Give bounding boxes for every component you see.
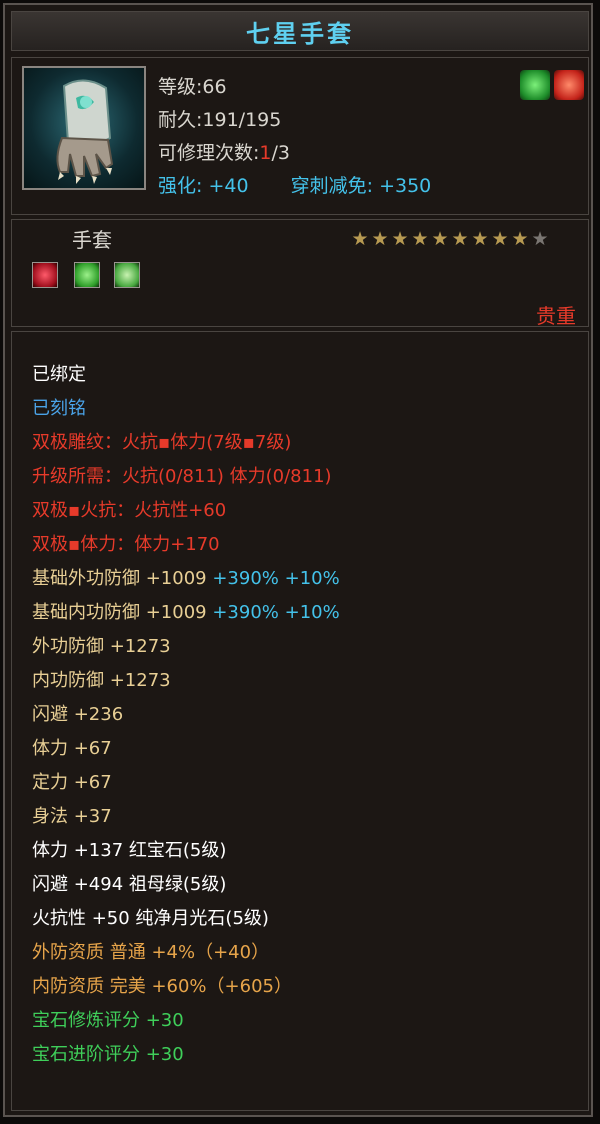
durability-row: 耐久:191/195	[158, 109, 282, 131]
star-icon: ★	[391, 228, 409, 250]
item-header: 等级:66 耐久:191/195 可修理次数:1/3 强化: +40 穿刺减免:…	[11, 57, 589, 215]
star-empty-icon: ★	[531, 228, 549, 250]
base-outer-defense: 基础外功防御 +1009 +390% +10%	[32, 568, 340, 589]
item-title: 七星手套	[246, 19, 354, 48]
star-icon: ★	[371, 228, 389, 250]
enhance-row: 强化: +40 穿刺减免: +350	[158, 175, 432, 197]
star-icon: ★	[491, 228, 509, 250]
star-icon: ★	[431, 228, 449, 250]
double-pole-line: 双极雕纹：火抗▪体力(7级▪7级)	[32, 432, 292, 453]
star-rating: ★ ★ ★ ★ ★ ★ ★ ★ ★ ★	[350, 228, 550, 250]
star-icon: ★	[471, 228, 489, 250]
level-row: 等级:66	[158, 76, 227, 98]
rarity-label: 贵重	[536, 304, 576, 328]
base-inner-defense: 基础内功防御 +1009 +390% +10%	[32, 602, 340, 623]
inner-quality: 内防资质 完美 +60%（+605）	[32, 976, 292, 997]
star-icon: ★	[411, 228, 429, 250]
gem-stat-moonstone: 火抗性 +50 纯净月光石(5级)	[32, 908, 269, 929]
stamina-stat: 体力 +67	[32, 738, 112, 759]
focus-stat: 定力 +67	[32, 772, 112, 793]
moonstone-gem-icon	[114, 262, 140, 288]
outer-quality: 外防资质 普通 +4%（+40）	[32, 942, 270, 963]
item-type: 手套	[72, 228, 112, 252]
dodge-stat: 闪避 +236	[32, 704, 124, 725]
red-flame-icon	[554, 70, 584, 100]
gem-stat-ruby: 体力 +137 红宝石(5级)	[32, 840, 227, 861]
green-dragon-icon	[520, 70, 550, 100]
fire-resist-bonus: 双极▪火抗：火抗性+60	[32, 500, 227, 521]
gauntlet-icon	[22, 66, 146, 190]
stamina-bonus: 双极▪体力：体力+170	[32, 534, 220, 555]
star-icon: ★	[511, 228, 529, 250]
item-type-section: 手套 ★ ★ ★ ★ ★ ★ ★ ★ ★ ★ 贵重	[11, 219, 589, 328]
attributes-section: 已绑定 已刻铭 双极雕纹：火抗▪体力(7级▪7级) 升级所需：火抗(0/811)…	[11, 331, 589, 1111]
star-icon: ★	[451, 228, 469, 250]
engraved-status: 已刻铭	[32, 398, 86, 419]
gem-stat-emerald: 闪避 +494 祖母绿(5级)	[32, 874, 227, 895]
title-bar: 七星手套	[11, 11, 589, 51]
gem-advance-score: 宝石进阶评分 +30	[32, 1044, 184, 1065]
outer-defense: 外功防御 +1273	[32, 636, 171, 657]
bound-status: 已绑定	[32, 364, 86, 385]
emerald-gem-icon	[74, 262, 100, 288]
agility-stat: 身法 +37	[32, 806, 112, 827]
upgrade-need: 升级所需：火抗(0/811) 体力(0/811)	[32, 466, 332, 487]
star-icon: ★	[351, 228, 369, 250]
item-tooltip: 七星手套 等级:66 耐久:191/195 可修理次数:1/3 强化: +40 …	[3, 3, 593, 1117]
gem-refine-score: 宝石修炼评分 +30	[32, 1010, 184, 1031]
repair-row: 可修理次数:1/3	[158, 142, 290, 164]
inner-defense: 内功防御 +1273	[32, 670, 171, 691]
ruby-gem-icon	[32, 262, 58, 288]
